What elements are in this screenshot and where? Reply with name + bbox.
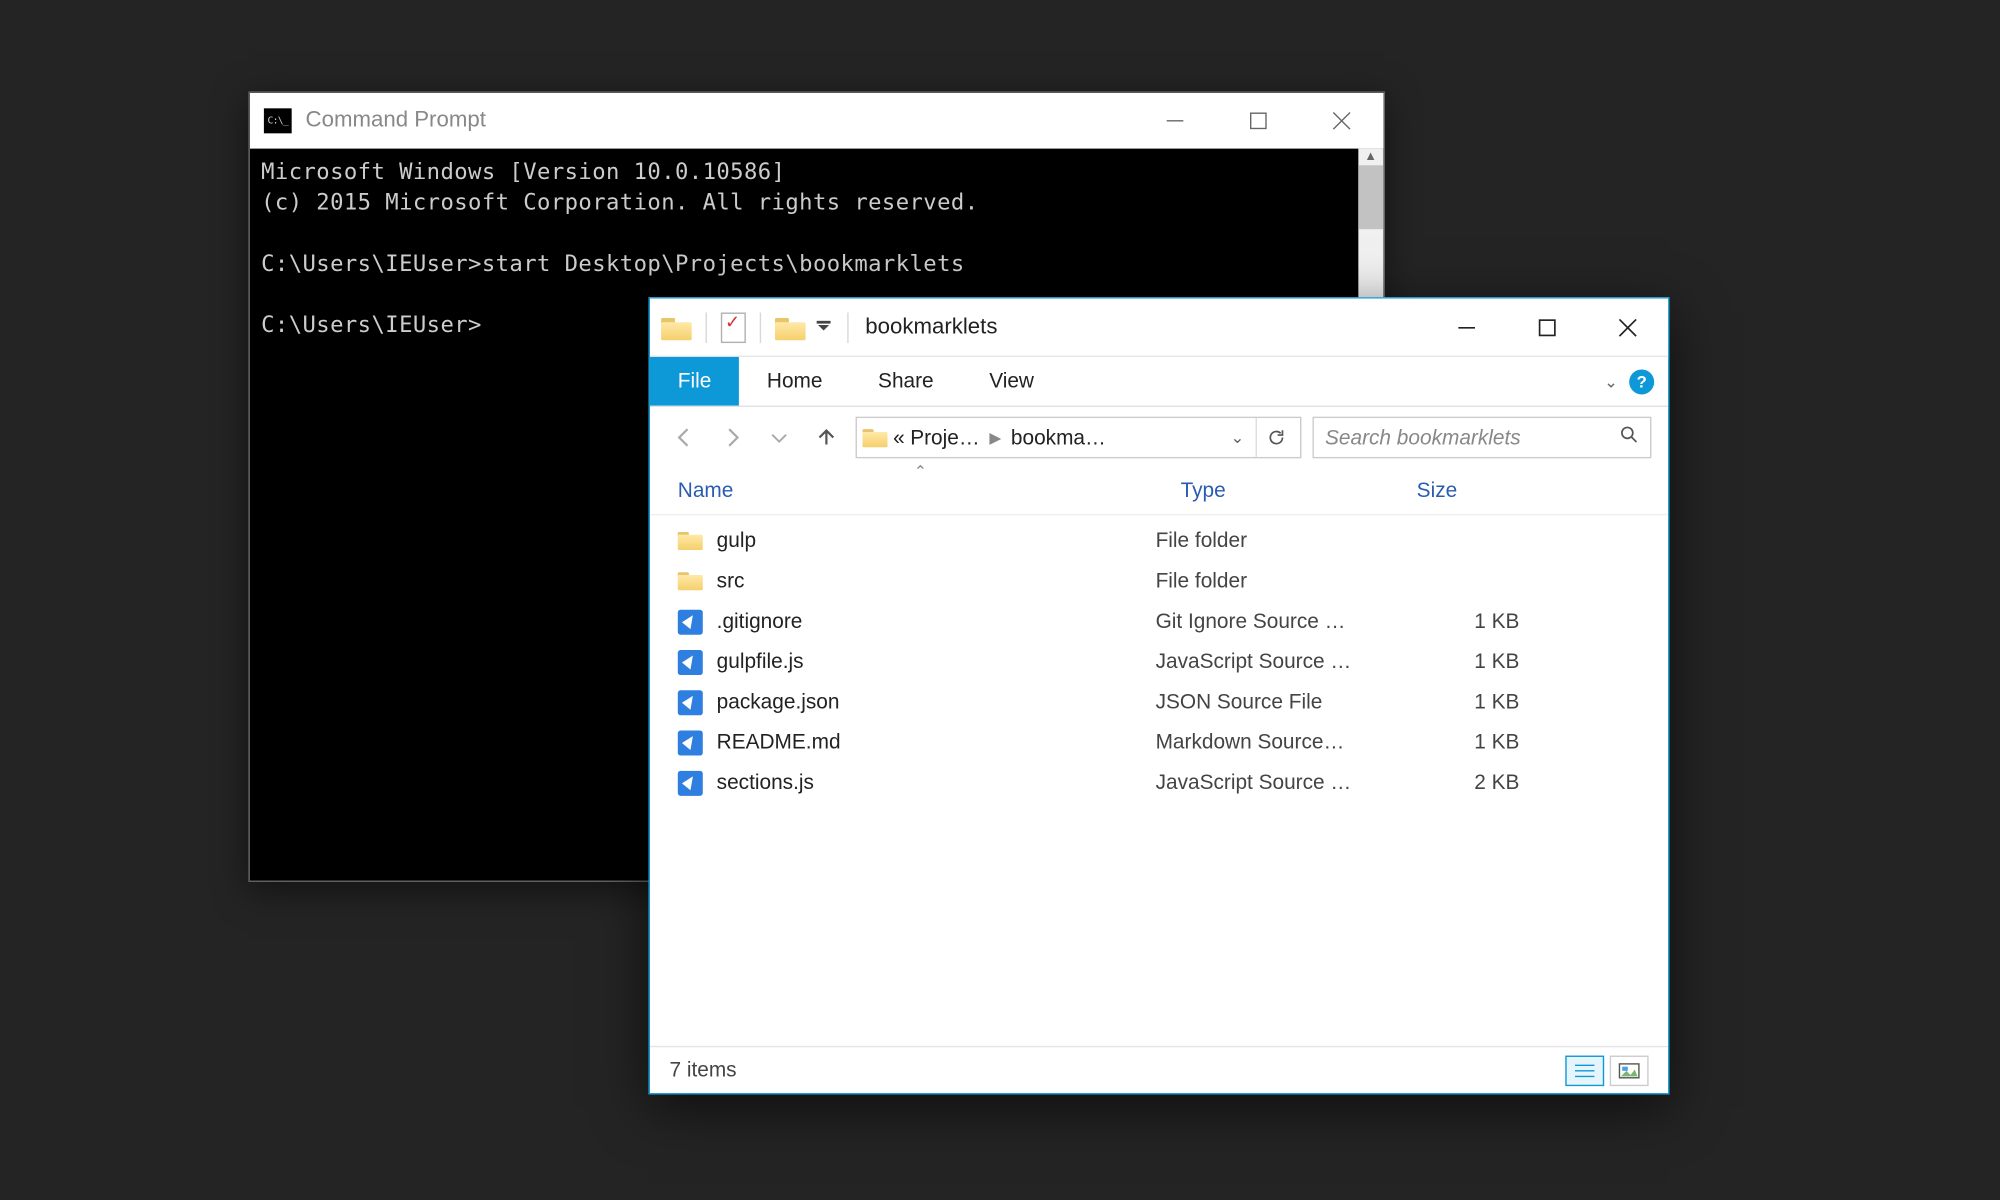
- tab-home[interactable]: Home: [739, 357, 850, 406]
- cmd-line: (c) 2015 Microsoft Corporation. All righ…: [261, 189, 978, 215]
- file-size: 1 KB: [1389, 731, 1556, 755]
- breadcrumb-overflow[interactable]: «: [893, 426, 905, 450]
- list-item[interactable]: README.md Markdown Source…1 KB: [650, 722, 1668, 762]
- file-type: JavaScript Source …: [1153, 650, 1389, 674]
- file-type: JSON Source File: [1153, 690, 1389, 714]
- refresh-button[interactable]: [1256, 418, 1295, 457]
- file-type: File folder: [1153, 529, 1389, 553]
- ribbon-tabs: File Home Share View ⌄ ?: [650, 357, 1668, 407]
- qat-dropdown-icon[interactable]: [814, 312, 833, 343]
- list-item[interactable]: gulpfile.js JavaScript Source …1 KB: [650, 642, 1668, 682]
- file-name: README.md: [717, 731, 841, 755]
- file-size: 1 KB: [1389, 690, 1556, 714]
- file-name: gulp: [717, 529, 756, 553]
- recent-dropdown-icon[interactable]: [761, 419, 797, 455]
- close-button[interactable]: [1300, 93, 1383, 149]
- column-headers: Name ⌃ Type Size: [650, 468, 1668, 515]
- cmd-title: Command Prompt: [306, 108, 486, 133]
- explorer-titlebar[interactable]: bookmarklets: [650, 299, 1668, 357]
- status-text: 7 items: [669, 1058, 736, 1082]
- explorer-title: bookmarklets: [865, 315, 997, 340]
- folder-icon: [678, 531, 703, 552]
- cmd-icon: [264, 108, 292, 133]
- file-type: JavaScript Source …: [1153, 771, 1389, 795]
- file-type: File folder: [1153, 569, 1389, 593]
- file-size: 1 KB: [1389, 610, 1556, 634]
- vscode-file-icon: [678, 649, 703, 674]
- tab-view[interactable]: View: [961, 357, 1061, 406]
- scroll-up-icon[interactable]: ▲: [1358, 149, 1383, 166]
- column-type[interactable]: Type: [1153, 468, 1389, 514]
- file-name: .gitignore: [717, 610, 803, 634]
- maximize-button[interactable]: [1217, 93, 1300, 149]
- column-size[interactable]: Size: [1389, 468, 1556, 514]
- folder-icon: [863, 427, 888, 448]
- file-explorer-window: bookmarklets File Home Share View ⌄ ?: [649, 297, 1670, 1094]
- file-name: package.json: [717, 690, 840, 714]
- vscode-file-icon: [678, 730, 703, 755]
- file-list[interactable]: gulp File folder src File folder .gitignore G…: [650, 515, 1668, 1046]
- minimize-button[interactable]: [1133, 93, 1216, 149]
- address-dropdown-icon[interactable]: ⌄: [1230, 428, 1244, 447]
- file-type: Markdown Source…: [1153, 731, 1389, 755]
- search-input[interactable]: Search bookmarklets: [1313, 417, 1652, 459]
- status-bar: 7 items: [650, 1046, 1668, 1093]
- properties-icon[interactable]: [721, 312, 746, 343]
- column-name[interactable]: Name: [650, 468, 1153, 514]
- cmd-prompt: C:\Users\IEUser>: [261, 311, 482, 337]
- scroll-thumb[interactable]: [1358, 165, 1383, 229]
- vscode-file-icon: [678, 609, 703, 634]
- file-name: sections.js: [717, 771, 814, 795]
- ribbon-expand-icon[interactable]: ⌄: [1604, 372, 1618, 391]
- file-size: 1 KB: [1389, 650, 1556, 674]
- folder-icon: [678, 571, 703, 592]
- vscode-file-icon: [678, 770, 703, 795]
- breadcrumb-separator-icon[interactable]: ▶: [989, 428, 1001, 446]
- close-button[interactable]: [1588, 299, 1669, 355]
- list-item[interactable]: package.json JSON Source File1 KB: [650, 682, 1668, 722]
- cmd-line: C:\Users\IEUser>start Desktop\Projects\b…: [261, 250, 965, 276]
- navigation-bar: « Proje… ▶ bookma… ⌄ Search bookmarklets: [650, 407, 1668, 468]
- help-icon[interactable]: ?: [1629, 369, 1654, 394]
- file-name: gulpfile.js: [717, 650, 804, 674]
- folder-icon[interactable]: [775, 315, 806, 340]
- address-bar[interactable]: « Proje… ▶ bookma… ⌄: [856, 417, 1302, 459]
- tab-share[interactable]: Share: [850, 357, 961, 406]
- file-size: 2 KB: [1389, 771, 1556, 795]
- vscode-file-icon: [678, 690, 703, 715]
- up-button[interactable]: [808, 419, 844, 455]
- tab-file[interactable]: File: [650, 357, 739, 406]
- file-type: Git Ignore Source …: [1153, 610, 1389, 634]
- details-view-button[interactable]: [1565, 1055, 1604, 1086]
- maximize-button[interactable]: [1507, 299, 1588, 355]
- list-item[interactable]: .gitignore Git Ignore Source …1 KB: [650, 601, 1668, 641]
- folder-icon[interactable]: [661, 315, 692, 340]
- back-button[interactable]: [667, 419, 703, 455]
- cmd-titlebar[interactable]: Command Prompt: [250, 93, 1383, 149]
- quick-access-toolbar: [650, 299, 854, 356]
- breadcrumb-item[interactable]: bookma…: [1011, 426, 1106, 450]
- search-icon[interactable]: [1619, 425, 1638, 450]
- cmd-line: Microsoft Windows [Version 10.0.10586]: [261, 158, 785, 184]
- list-item[interactable]: sections.js JavaScript Source …2 KB: [650, 763, 1668, 803]
- thumbnails-view-button[interactable]: [1610, 1055, 1649, 1086]
- list-item[interactable]: src File folder: [650, 561, 1668, 601]
- list-item[interactable]: gulp File folder: [650, 521, 1668, 561]
- minimize-button[interactable]: [1426, 299, 1507, 355]
- search-placeholder: Search bookmarklets: [1325, 426, 1521, 450]
- file-name: src: [717, 569, 745, 593]
- forward-button[interactable]: [714, 419, 750, 455]
- breadcrumb-item[interactable]: Proje…: [910, 426, 979, 450]
- sort-indicator-icon: ⌃: [914, 463, 927, 481]
